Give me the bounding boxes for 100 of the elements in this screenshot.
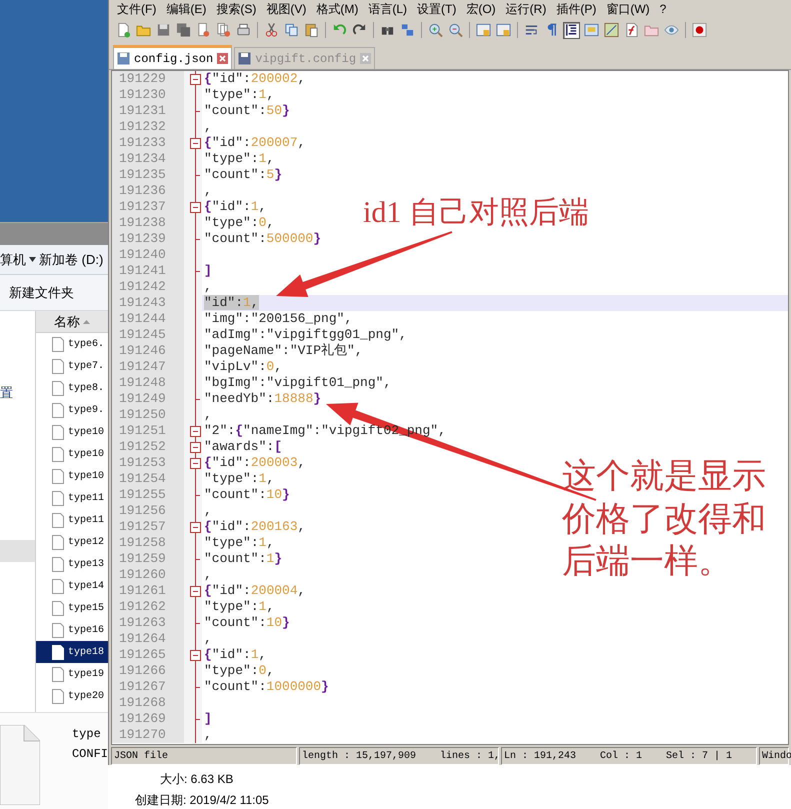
line-number: 191247: [112, 359, 184, 375]
file-item[interactable]: type7.: [36, 355, 108, 377]
file-item[interactable]: type10: [36, 465, 108, 487]
indent-guide-icon[interactable]: [563, 22, 580, 38]
column-header[interactable]: 名称: [36, 311, 108, 333]
file-item[interactable]: type16: [36, 619, 108, 641]
file-tab[interactable]: config.json: [113, 45, 232, 69]
scissors-icon[interactable]: [263, 22, 280, 38]
line-number: 191241: [112, 263, 184, 279]
file-item[interactable]: type19: [36, 663, 108, 685]
record-icon[interactable]: [691, 22, 708, 38]
close-icon[interactable]: [217, 53, 228, 64]
menu-item[interactable]: 搜索(S): [216, 0, 256, 18]
file-item[interactable]: type20: [36, 685, 108, 707]
fold-toggle-icon[interactable]: [184, 439, 202, 455]
line-number: 191252: [112, 439, 184, 455]
fold-toggle-icon[interactable]: [184, 583, 202, 599]
file-size: 大小: 6.63 KB: [160, 771, 234, 788]
code-line: "needYb":18888}: [203, 391, 322, 407]
file-item[interactable]: type18: [36, 641, 108, 663]
annotation-text: id1 自己对照后端: [363, 195, 589, 231]
fold-toggle-icon[interactable]: [184, 647, 202, 663]
code-line: ,: [203, 727, 212, 743]
address-segment[interactable]: 新加卷 (D:): [39, 250, 104, 270]
floppy-icon[interactable]: [155, 22, 172, 38]
address-segment[interactable]: 算机: [0, 250, 26, 270]
clipboard-icon[interactable]: [303, 22, 320, 38]
line-number: 191265: [112, 647, 184, 663]
code-line: "type":1,: [203, 471, 274, 487]
map-icon[interactable]: [603, 22, 620, 38]
floppy-icon: [238, 52, 252, 65]
menu-item[interactable]: 设置(T): [417, 0, 456, 18]
file-item[interactable]: type6.: [36, 333, 108, 355]
file-item[interactable]: type9.: [36, 399, 108, 421]
zoom-in-icon[interactable]: [427, 22, 444, 38]
status-cell: JSON file: [111, 747, 297, 765]
floppy-icon: [117, 52, 130, 65]
fold-toggle-icon[interactable]: [184, 455, 202, 471]
fold-toggle-icon[interactable]: [184, 423, 202, 439]
close-documents-icon[interactable]: [215, 22, 232, 38]
menu-item[interactable]: ?: [660, 0, 666, 18]
menu-item[interactable]: 编辑(E): [166, 0, 206, 18]
status-cell: Windo: [759, 747, 789, 765]
menu-item[interactable]: 格式(M): [316, 0, 358, 18]
fold-toggle-icon[interactable]: [184, 199, 202, 215]
fold-toggle-icon[interactable]: [184, 519, 202, 535]
file-item[interactable]: type12: [36, 531, 108, 553]
file-item[interactable]: type10: [36, 443, 108, 465]
line-number: 191233: [112, 135, 184, 151]
code-line: "type":0,: [203, 215, 274, 231]
line-number: 191240: [112, 247, 184, 263]
address-bar[interactable]: 算机 新加卷 (D:): [0, 245, 108, 275]
code-line: {"id":200163,: [203, 519, 306, 535]
fold-toggle-icon[interactable]: [184, 135, 202, 151]
menu-item[interactable]: 视图(V): [266, 0, 306, 18]
file-item[interactable]: type11: [36, 487, 108, 509]
floppies-icon[interactable]: [175, 22, 192, 38]
line-number: 191234: [112, 151, 184, 167]
code-line: "pageName":"VIP礼包",: [203, 343, 363, 359]
file-icon: [52, 556, 64, 572]
file-item[interactable]: type14: [36, 575, 108, 597]
code-line: ,: [203, 567, 212, 583]
line-number: 191261: [112, 583, 184, 599]
file-item[interactable]: type13: [36, 553, 108, 575]
fold-toggle-icon[interactable]: [184, 71, 202, 87]
line-number: 191251: [112, 423, 184, 439]
file-item[interactable]: type10: [36, 421, 108, 443]
code-line: "count":10}: [203, 615, 290, 631]
code-line: ]: [203, 711, 212, 727]
menu-item[interactable]: 插件(P): [556, 0, 596, 18]
line-number: 191244: [112, 311, 184, 327]
file-icon: [52, 578, 64, 594]
line-number: 191262: [112, 599, 184, 615]
code-line: "count":1}: [203, 551, 282, 567]
menu-item[interactable]: 文件(F): [117, 0, 156, 18]
copy-icon[interactable]: [283, 22, 300, 38]
nav-item[interactable]: 置: [0, 383, 35, 402]
code-line: {"id":1,: [203, 199, 266, 215]
code-line: ,: [203, 183, 212, 199]
caret-icon[interactable]: [29, 257, 36, 262]
line-number: 191264: [112, 631, 184, 647]
code-line: "type":1,: [203, 151, 274, 167]
menu-item[interactable]: 语言(L): [368, 0, 407, 18]
file-icon: [52, 666, 64, 682]
zoom-out-icon[interactable]: [447, 22, 464, 38]
file-item[interactable]: type11: [36, 509, 108, 531]
menu-item[interactable]: 宏(O): [466, 0, 496, 18]
line-number: 191243: [112, 295, 184, 311]
menu-item[interactable]: 窗口(W): [606, 0, 650, 18]
file-name: type: [72, 726, 102, 743]
file-created-date: 创建日期: 2019/4/2 11:05: [135, 792, 269, 809]
code-line: ,: [203, 631, 212, 647]
code-line: "type":1,: [203, 599, 274, 615]
menu-item[interactable]: 运行(R): [506, 0, 546, 18]
file-icon: [52, 512, 64, 528]
code-line: ,: [203, 279, 212, 295]
line-number: 191229: [112, 71, 184, 87]
file-icon: [52, 402, 64, 418]
file-item[interactable]: type15: [36, 597, 108, 619]
file-item[interactable]: type8.: [36, 377, 108, 399]
